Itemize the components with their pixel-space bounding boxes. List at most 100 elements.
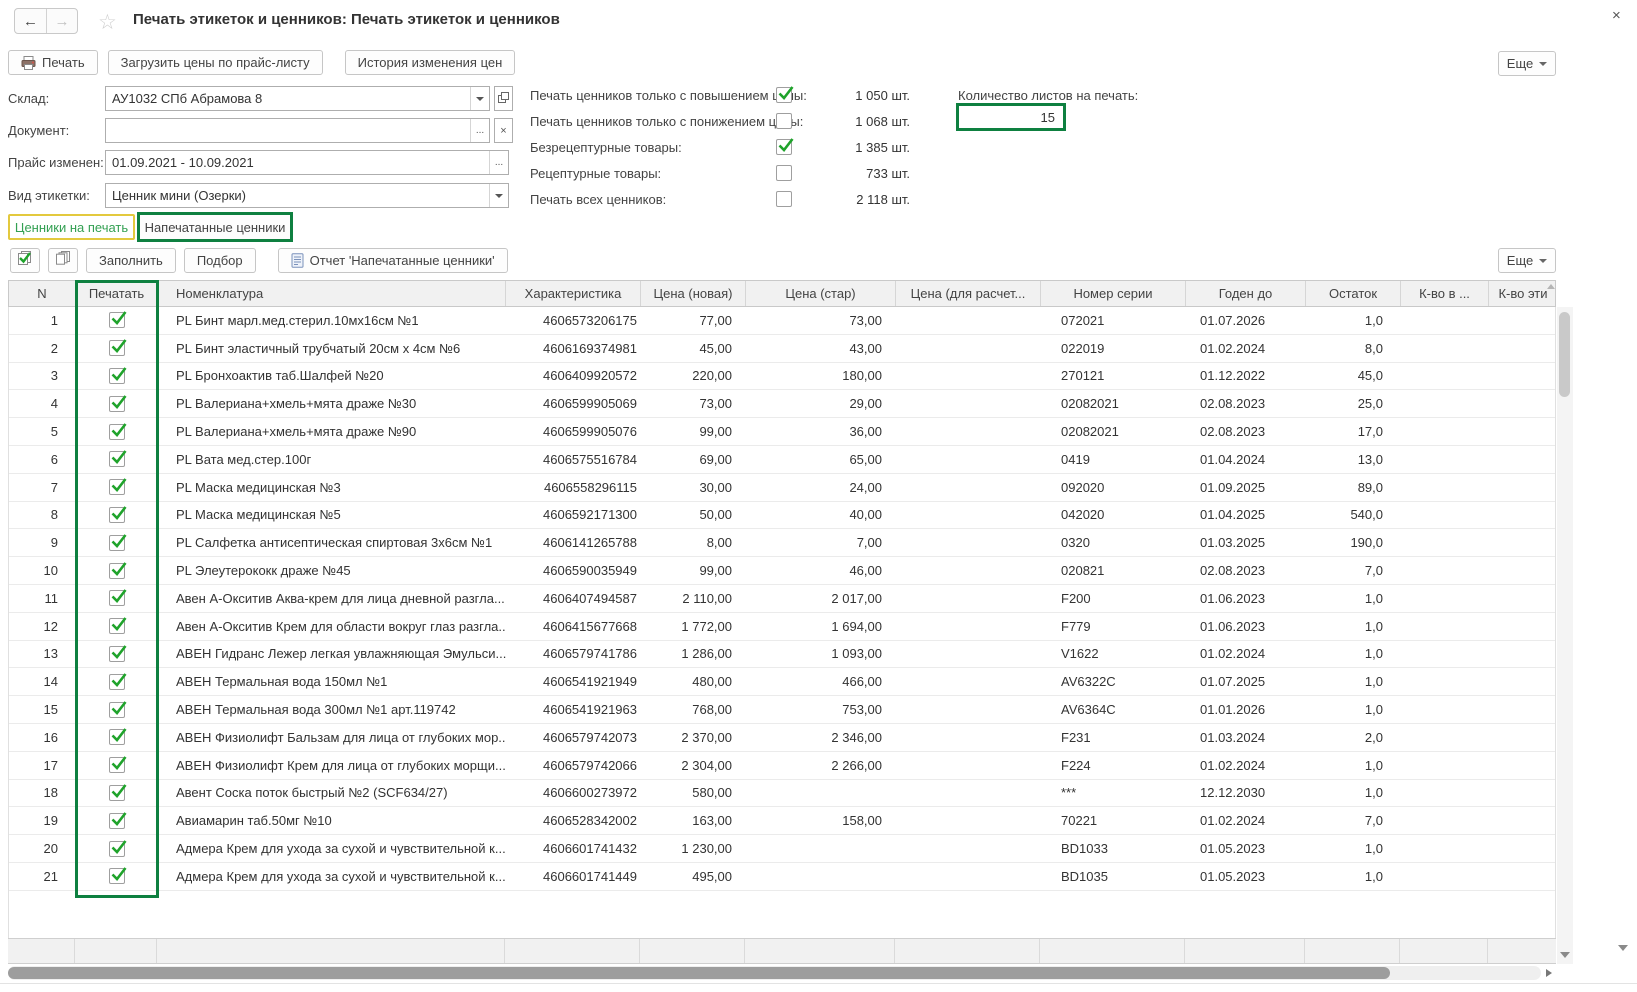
row-checkbox-checked[interactable]: [109, 784, 127, 801]
forward-button[interactable]: →: [46, 9, 77, 33]
table-cell-exp: 01.01.2026: [1200, 702, 1266, 718]
label-kind-field[interactable]: Ценник мини (Озерки): [105, 183, 509, 208]
row-checkbox-checked[interactable]: [109, 756, 127, 774]
scroll-right-icon[interactable]: [1546, 969, 1552, 977]
print-button[interactable]: Печать: [8, 50, 98, 75]
column-header[interactable]: N: [9, 281, 76, 306]
vertical-scrollbar[interactable]: [1557, 307, 1573, 964]
favorite-star-icon[interactable]: ☆: [98, 10, 117, 35]
table-row[interactable]: 7 PL Маска медицинская №3 4606558296115 30,…: [9, 474, 1555, 502]
column-header[interactable]: Цена (новая): [641, 281, 746, 306]
load-prices-button[interactable]: Загрузить цены по прайс-листу: [107, 50, 323, 75]
table-row[interactable]: 13 АВЕН Гидранс Лежер легкая увлажняющая …: [9, 641, 1555, 669]
table-row[interactable]: 14 АВЕН Термальная вода 150мл №1 460654192…: [9, 668, 1555, 697]
warehouse-dropdown-button[interactable]: [470, 87, 489, 110]
table-row[interactable]: 10 PL Элеутерококк драже №45 4606590035949…: [9, 557, 1555, 585]
table-row[interactable]: 11 Авен А-Окситив Аква-крем для лица днев…: [9, 585, 1555, 613]
table-cell-stock: 1,0: [1364, 757, 1383, 773]
uncheck-all-icon-button[interactable]: [48, 248, 78, 273]
more-button-top[interactable]: Еще: [1498, 51, 1556, 76]
document-field[interactable]: ...: [105, 118, 490, 143]
table-cell-pcalc: [896, 585, 1041, 612]
column-header[interactable]: К-во в ...: [1401, 281, 1489, 306]
back-button[interactable]: ←: [15, 9, 46, 33]
table-cell-qlbl: [1489, 780, 1555, 807]
warehouse-open-button[interactable]: [494, 86, 513, 111]
price-changed-field[interactable]: 01.09.2021 - 10.09.2021 ...: [105, 150, 509, 175]
table-row[interactable]: 19 Авиамарин таб.50мг №10 4606528342002 163…: [9, 807, 1555, 836]
scroll-down-icon[interactable]: [1560, 952, 1570, 958]
row-checkbox-checked[interactable]: [109, 867, 127, 885]
more-button-table[interactable]: Еще: [1498, 248, 1556, 273]
row-checkbox-checked[interactable]: [109, 839, 127, 857]
table-row[interactable]: 1 PL Бинт марл.мед.стерил.10мх16см №1 4606…: [9, 307, 1555, 335]
table-row[interactable]: 9 PL Салфетка антисептическая спиртовая 3…: [9, 529, 1555, 558]
row-checkbox-checked[interactable]: [109, 617, 127, 635]
warehouse-field[interactable]: АУ1032 СПб Абрамова 8: [105, 86, 490, 111]
row-checkbox-checked[interactable]: [109, 422, 127, 440]
horizontal-scrollbar-thumb[interactable]: [8, 967, 1390, 979]
label-kind-value[interactable]: Ценник мини (Озерки): [106, 188, 489, 203]
table-cell-pold: 24,00: [849, 479, 882, 495]
table-row[interactable]: 2 PL Бинт эластичный трубчатый 20см х 4см…: [9, 335, 1555, 363]
sheets-count-input[interactable]: [956, 103, 1066, 131]
column-header[interactable]: Характеристика: [506, 281, 641, 306]
row-checkbox-checked[interactable]: [109, 533, 127, 551]
row-checkbox-checked[interactable]: [109, 478, 127, 496]
row-checkbox-checked[interactable]: [109, 728, 127, 746]
table-row[interactable]: 20 Адмера Крем для ухода за сухой и чувст…: [9, 835, 1555, 863]
column-header[interactable]: Остаток: [1306, 281, 1401, 306]
table-cell-qin: [1401, 502, 1489, 529]
table-cell-qin: [1401, 807, 1489, 834]
fill-button[interactable]: Заполнить: [86, 248, 176, 273]
label-kind-dropdown-button[interactable]: [489, 184, 508, 207]
table-row[interactable]: 16 АВЕН Физиолифт Бальзам для лица от глу…: [9, 724, 1555, 752]
tab-price-tags-to-print[interactable]: Ценники на печать: [8, 214, 135, 240]
column-header[interactable]: Годен до: [1186, 281, 1306, 306]
table-row[interactable]: 6 PL Вата мед.стер.100г 4606575516784 69,00…: [9, 446, 1555, 474]
row-checkbox-checked[interactable]: [109, 589, 127, 607]
pick-button[interactable]: Подбор: [183, 248, 256, 273]
row-checkbox-checked[interactable]: [109, 561, 127, 579]
table-row[interactable]: 3 PL Бронхоактив таб.Шалфей №20 4606409920…: [9, 363, 1555, 391]
table-row[interactable]: 8 PL Маска медицинская №5 4606592171300 50,…: [9, 502, 1555, 530]
row-checkbox-checked[interactable]: [109, 672, 127, 690]
table-row[interactable]: 17 АВЕН Физиолифт Крем для лица от глубок…: [9, 752, 1555, 780]
row-checkbox-checked[interactable]: [109, 367, 127, 384]
row-checkbox-checked[interactable]: [109, 645, 127, 662]
vertical-scrollbar-thumb[interactable]: [1559, 312, 1570, 397]
price-changed-choose-button[interactable]: ...: [489, 151, 508, 174]
row-checkbox-checked[interactable]: [109, 311, 127, 329]
table-cell-qin: [1401, 641, 1489, 668]
horizontal-scrollbar[interactable]: [8, 966, 1541, 980]
row-checkbox-checked[interactable]: [109, 700, 127, 718]
check-all-button[interactable]: [10, 248, 40, 273]
column-header[interactable]: Номенклатура: [158, 281, 506, 306]
report-button[interactable]: Отчет 'Напечатанные ценники': [277, 248, 508, 273]
column-header[interactable]: Номер серии: [1041, 281, 1186, 306]
tab-printed-price-tags[interactable]: Напечатанные ценники: [137, 212, 293, 242]
row-checkbox-checked[interactable]: [109, 394, 127, 412]
table-row[interactable]: 4 PL Валериана+хмель+мята драже №30 460659…: [9, 390, 1555, 419]
close-icon[interactable]: ×: [1612, 7, 1621, 24]
table-row[interactable]: 18 Авент Соска поток быстрый №2 (SCF634/2…: [9, 780, 1555, 808]
row-checkbox-checked[interactable]: [109, 506, 127, 523]
column-header[interactable]: Цена (стар): [746, 281, 896, 306]
price-changed-value[interactable]: 01.09.2021 - 10.09.2021: [106, 155, 489, 170]
table-row[interactable]: 21 Адмера Крем для ухода за сухой и чувст…: [9, 863, 1555, 891]
column-header[interactable]: Цена (для расчет...: [896, 281, 1041, 306]
price-history-button[interactable]: История изменения цен: [344, 50, 516, 75]
scroll-down-icon[interactable]: [1618, 945, 1628, 951]
table-row[interactable]: 5 PL Валериана+хмель+мята драже №90 460659…: [9, 418, 1555, 446]
document-choose-button[interactable]: ...: [470, 119, 489, 142]
table-row[interactable]: 15 АВЕН Термальная вода 300мл №1 арт.1197…: [9, 696, 1555, 724]
warehouse-value[interactable]: АУ1032 СПб Абрамова 8: [106, 91, 470, 106]
table-row[interactable]: 12 Авен А-Окситив Крем для области вокруг…: [9, 613, 1555, 641]
column-header[interactable]: К-во эти: [1489, 281, 1557, 306]
table-cell-qlbl: [1489, 863, 1555, 890]
row-checkbox-checked[interactable]: [109, 450, 127, 468]
row-checkbox-checked[interactable]: [109, 339, 127, 357]
column-header[interactable]: Печатать: [76, 281, 158, 306]
row-checkbox-checked[interactable]: [109, 811, 127, 829]
document-clear-button[interactable]: ×: [494, 118, 513, 143]
